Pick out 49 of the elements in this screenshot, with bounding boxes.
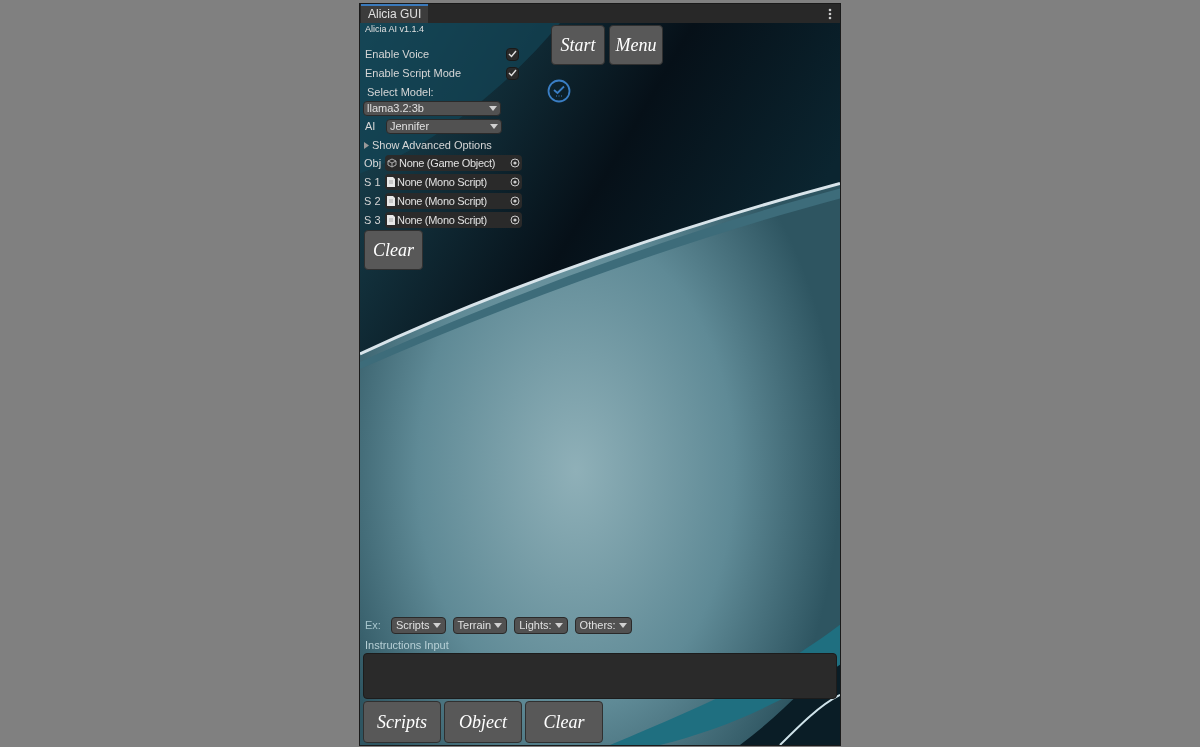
field-value: None (Game Object) — [399, 155, 496, 171]
field-label: S 2 — [364, 193, 382, 209]
toggle-label: Enable Script Mode — [365, 65, 461, 81]
example-dropdown[interactable]: Others: — [574, 617, 632, 634]
more-icon[interactable] — [828, 7, 832, 20]
script-button[interactable]: Clear — [525, 701, 603, 743]
examples-label: Ex: — [365, 618, 381, 634]
field-label: Obj — [364, 155, 383, 171]
document-icon — [387, 177, 395, 187]
caret-icon — [490, 124, 498, 129]
script-button[interactable]: Start — [551, 25, 605, 65]
instructions-input[interactable] — [363, 653, 837, 699]
version-label: Alicia AI v1.1.4 — [365, 24, 426, 35]
example-dropdown[interactable]: Lights: — [514, 617, 568, 634]
ai-label: AI — [365, 119, 377, 135]
caret-icon — [432, 623, 441, 628]
check-icon — [508, 50, 517, 58]
field-label: S 3 — [364, 212, 382, 228]
example-dropdown[interactable]: Scripts — [390, 617, 446, 634]
caret-icon — [489, 106, 497, 111]
field-value: None (Mono Script) — [397, 193, 487, 209]
script-button[interactable]: Scripts — [363, 701, 441, 743]
cube-icon — [387, 158, 397, 168]
script-button[interactable]: Menu — [609, 25, 663, 65]
example-dropdown[interactable]: Terrain — [452, 617, 508, 634]
caret-icon — [494, 623, 503, 628]
check-icon — [508, 69, 517, 77]
instructions-label: Instructions Input — [365, 638, 450, 652]
field-label: S 1 — [364, 174, 382, 190]
field-value: None (Mono Script) — [397, 212, 487, 228]
script-button[interactable]: Clear — [364, 230, 423, 270]
object-field[interactable]: None (Mono Script) — [385, 174, 522, 190]
foldout-arrow-icon — [363, 141, 370, 149]
check-circle-icon — [547, 79, 571, 103]
document-icon — [387, 215, 395, 225]
advanced-foldout[interactable]: Show Advanced Options — [363, 138, 525, 152]
caret-icon — [618, 623, 627, 628]
object-field[interactable]: None (Mono Script) — [385, 212, 522, 228]
script-button[interactable]: Object — [444, 701, 522, 743]
caret-icon — [554, 623, 563, 628]
window-tab[interactable]: Alicia GUI — [361, 4, 429, 23]
model-dropdown[interactable]: llama3.2:3b — [363, 101, 501, 116]
object-field[interactable]: None (Mono Script) — [385, 193, 522, 209]
ai-dropdown[interactable]: Jennifer — [386, 119, 502, 134]
object-field[interactable]: None (Game Object) — [385, 155, 522, 171]
toggle-label: Enable Voice — [365, 46, 430, 62]
field-value: None (Mono Script) — [397, 174, 487, 190]
model-label: Select Model: — [367, 85, 435, 99]
document-icon — [387, 196, 395, 206]
